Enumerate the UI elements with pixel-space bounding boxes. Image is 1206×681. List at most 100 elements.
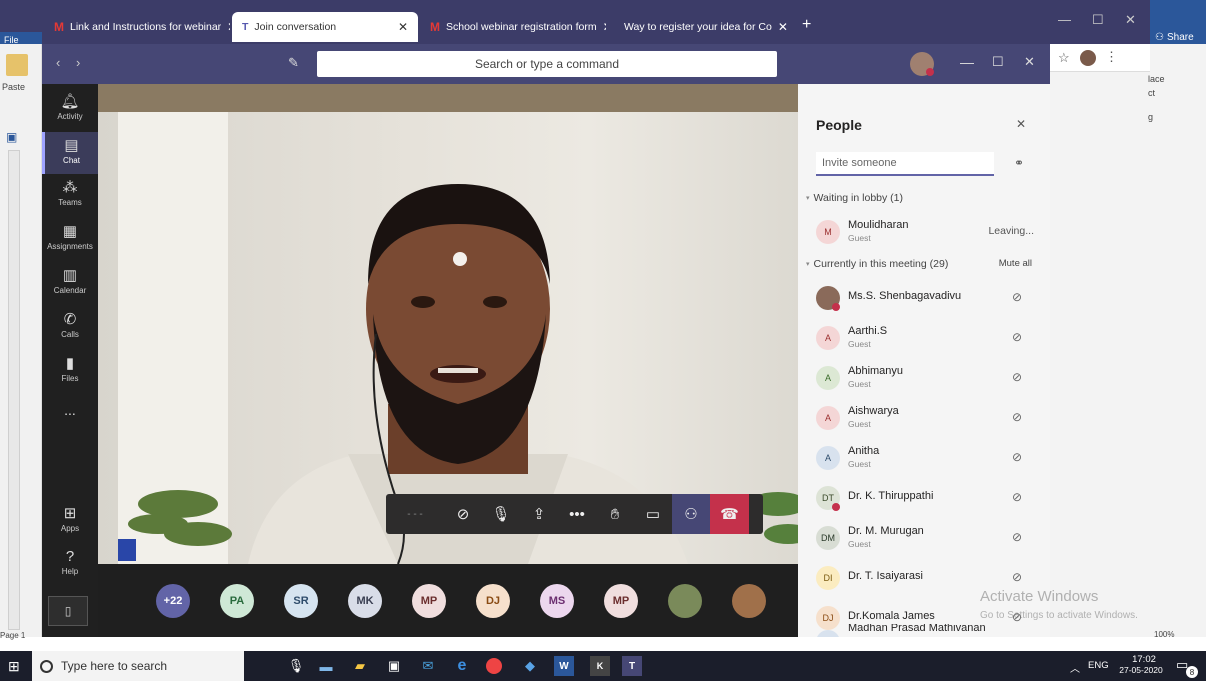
more-actions-icon[interactable]: ••• (558, 494, 596, 534)
rail-teams[interactable]: ⁂ Teams (42, 178, 98, 207)
lobby-person[interactable]: M Moulidharan Guest Leaving... (798, 212, 1050, 252)
rail-chat[interactable]: ▤ Chat (42, 132, 98, 174)
close-window-icon[interactable]: ✕ (1125, 12, 1136, 28)
link-icon[interactable]: ⚭ (1014, 156, 1024, 170)
rail-calls[interactable]: ✆ Calls (42, 310, 98, 339)
windows-start-icon[interactable]: ⊞ (8, 658, 20, 675)
participant-avatar[interactable]: DJ (476, 584, 510, 618)
minimize-icon[interactable]: — (960, 54, 974, 70)
rail-activity[interactable]: 🔔︎ Activity (42, 92, 98, 121)
mic-muted-icon[interactable]: ⊘ (1012, 410, 1022, 424)
close-tab-icon[interactable]: ✕ (398, 20, 408, 34)
close-window-icon[interactable]: ✕ (1024, 54, 1035, 70)
command-search-input[interactable]: Search or type a command (317, 51, 777, 77)
close-tab-icon[interactable]: ✕ (778, 20, 788, 34)
participant-avatar[interactable]: SR (284, 584, 318, 618)
mic-off-icon[interactable]: 🎙︎ (482, 494, 520, 534)
mic-muted-icon[interactable]: ⊘ (1012, 370, 1022, 384)
teams-taskbar-icon[interactable]: T (622, 656, 642, 676)
meeting-person[interactable]: DM Dr. M. Murugan Guest ⊘ (798, 518, 1050, 558)
mail-icon[interactable]: ✉ (418, 656, 438, 676)
collapse-icon: ▾ (806, 195, 810, 202)
mic-muted-icon[interactable]: ⊘ (1012, 570, 1022, 584)
mic-muted-icon[interactable]: ⊘ (1012, 450, 1022, 464)
teams-app-rail: 🔔︎ Activity ▤ Chat ⁂ Teams ▦ Assignments ▥ Ca… (42, 84, 98, 637)
profile-avatar[interactable] (1080, 50, 1096, 66)
mute-all-button[interactable]: Mute all (999, 258, 1032, 269)
meeting-person[interactable]: A Abhimanyu Guest ⊘ (798, 358, 1050, 398)
new-tab-button[interactable]: + (802, 16, 811, 34)
meeting-section-header[interactable]: ▾ Currently in this meeting (29) (806, 258, 948, 272)
participant-avatar[interactable]: MP (604, 584, 638, 618)
photos-icon[interactable]: ◆ (520, 656, 540, 676)
star-icon[interactable]: ☆ (1058, 50, 1070, 66)
maximize-icon[interactable]: ☐ (1092, 12, 1104, 28)
camera-off-icon[interactable]: ⊘ (444, 494, 482, 534)
microphone-icon[interactable]: 🎙︎ (286, 656, 306, 676)
browser-tab-4[interactable]: Way to register your idea for Co ✕ (608, 12, 794, 42)
share-button[interactable]: ⚇ Share (1155, 32, 1194, 43)
rail-files[interactable]: ▮ Files (42, 354, 98, 383)
maximize-icon[interactable]: ☐ (992, 54, 1004, 70)
participant-avatar[interactable]: MP (412, 584, 446, 618)
clock[interactable]: 17:02 27-05-2020 (1119, 654, 1164, 675)
participant-avatar[interactable]: +22 (156, 584, 190, 618)
file-explorer-icon[interactable]: ▰ (350, 656, 370, 676)
language-indicator[interactable]: ENG (1088, 660, 1109, 671)
meeting-chat-icon[interactable]: ▭ (634, 494, 672, 534)
participant-photo-avatar[interactable] (668, 584, 702, 618)
close-panel-icon[interactable]: ✕ (1016, 117, 1026, 131)
teams-title-bar: ‹ › ✎ Search or type a command — ☐ ✕ (42, 44, 1050, 84)
assignments-icon: ▦ (62, 223, 78, 240)
apps-icon: ⊞ (63, 505, 77, 522)
hang-up-button[interactable]: ☎︎ (710, 494, 749, 534)
edge-icon[interactable]: e (452, 656, 472, 676)
save-icon[interactable]: ▣ (6, 130, 17, 144)
tray-up-icon[interactable]: ︿ (1070, 660, 1080, 675)
rail-calendar[interactable]: ▥ Calendar (42, 266, 98, 295)
participant-avatar[interactable]: PA (220, 584, 254, 618)
meeting-person[interactable]: MM Madhan Prasad Mathivanan (798, 624, 1050, 637)
meeting-person[interactable]: A Aishwarya Guest ⊘ (798, 398, 1050, 438)
mic-muted-icon[interactable]: ⊘ (1012, 490, 1022, 504)
store-icon[interactable]: ▣ (384, 656, 404, 676)
participant-photo-avatar[interactable] (732, 584, 766, 618)
meeting-person[interactable]: A Anitha Guest ⊘ (798, 438, 1050, 478)
close-tab-icon[interactable]: ✕ (227, 20, 230, 34)
mic-muted-icon[interactable]: ⊘ (1012, 290, 1022, 304)
mic-muted-icon[interactable]: ⊘ (1012, 330, 1022, 344)
browser-tab-2[interactable]: T Join conversation ✕ (232, 12, 418, 42)
rail-help[interactable]: ? Help (42, 548, 98, 576)
back-icon[interactable]: ‹ (56, 55, 60, 70)
invite-input[interactable]: Invite someone (816, 152, 994, 176)
meeting-person[interactable]: DT Dr. K. Thiruppathi ⊘ (798, 478, 1050, 518)
word-file-tab[interactable]: File (0, 32, 42, 45)
task-view-icon[interactable]: ▬ (316, 656, 336, 676)
rail-assignments[interactable]: ▦ Assignments (42, 222, 98, 251)
taskbar-search-input[interactable]: Type here to search (32, 651, 244, 681)
meeting-person[interactable]: A Aarthi.S Guest ⊘ (798, 318, 1050, 358)
participant-avatar[interactable]: MS (540, 584, 574, 618)
meeting-person[interactable]: Ms.S. Shenbagavadivu ⊘ (798, 278, 1050, 318)
show-participants-icon[interactable]: ⚇ (672, 494, 710, 534)
lobby-section-header[interactable]: ▾ Waiting in lobby (1) (806, 192, 903, 206)
chrome-icon[interactable] (486, 658, 502, 674)
mic-muted-icon[interactable]: ⊘ (1012, 530, 1022, 544)
app-icon[interactable]: K (590, 656, 610, 676)
chrome-menu-icon[interactable]: ⋮ (1105, 49, 1118, 65)
browser-tab-1[interactable]: M Link and Instructions for webinar ✕ (44, 12, 230, 42)
rail-apps[interactable]: ⊞ Apps (42, 504, 98, 533)
browser-tab-3[interactable]: M School webinar registration form ✕ (420, 12, 606, 42)
device-icon[interactable]: ▯ (48, 596, 88, 626)
more-icon[interactable]: ... (42, 402, 98, 418)
participant-avatar[interactable]: MK (348, 584, 382, 618)
lobby-status: Leaving... (988, 225, 1034, 237)
raise-hand-icon[interactable]: ✋︎ (596, 494, 634, 534)
paste-icon[interactable] (6, 54, 28, 76)
new-chat-icon[interactable]: ✎ (288, 55, 299, 71)
forward-icon[interactable]: › (76, 55, 80, 70)
close-tab-icon[interactable]: ✕ (603, 20, 606, 34)
share-screen-icon[interactable]: ⇪ (520, 494, 558, 534)
minimize-icon[interactable]: — (1058, 12, 1071, 27)
word-icon[interactable]: W (554, 656, 574, 676)
